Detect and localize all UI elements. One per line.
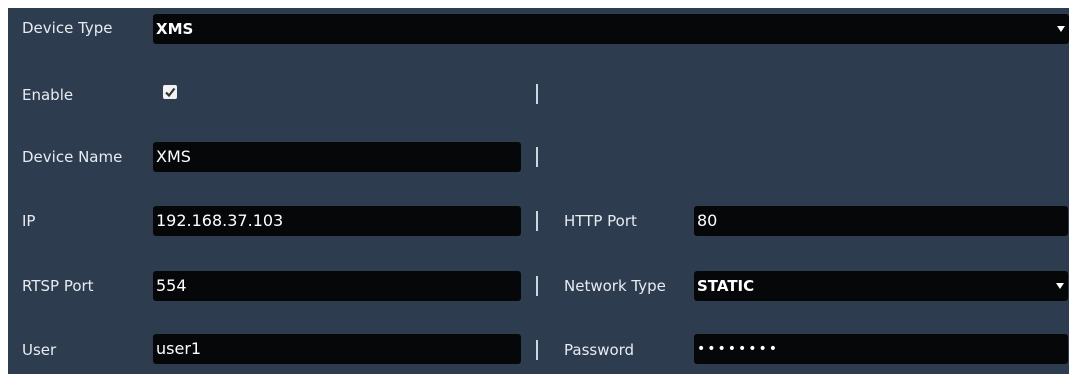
column-separator [536,211,538,231]
network-type-value: STATIC [697,277,755,295]
column-separator [536,84,538,104]
http-port-label: HTTP Port [564,212,637,230]
device-type-value: XMS [156,20,194,38]
enable-checkbox[interactable] [163,85,177,99]
ip-input[interactable]: 192.168.37.103 [153,206,521,236]
chevron-down-icon [1057,26,1065,32]
http-port-input[interactable]: 80 [694,206,1068,236]
network-type-select[interactable]: STATIC [694,271,1068,301]
password-input[interactable]: •••••••• [694,334,1068,364]
user-input[interactable]: user1 [153,334,521,364]
chevron-down-icon [1056,283,1064,289]
device-name-label: Device Name [22,148,123,166]
ip-label: IP [22,212,36,230]
rtsp-port-input[interactable]: 554 [153,271,521,301]
column-separator [536,340,538,360]
checkmark-icon [165,87,176,98]
column-separator [536,147,538,167]
user-label: User [22,341,57,359]
device-type-select[interactable]: XMS [153,14,1069,44]
device-name-input[interactable]: XMS [153,142,521,172]
device-settings-panel: Device Type XMS Enable Device Name XMS I… [8,8,1069,374]
rtsp-port-label: RTSP Port [22,277,94,295]
network-type-label: Network Type [564,277,666,295]
device-type-label: Device Type [22,19,113,37]
column-separator [536,276,538,296]
enable-label: Enable [22,86,74,104]
password-label: Password [564,341,635,359]
